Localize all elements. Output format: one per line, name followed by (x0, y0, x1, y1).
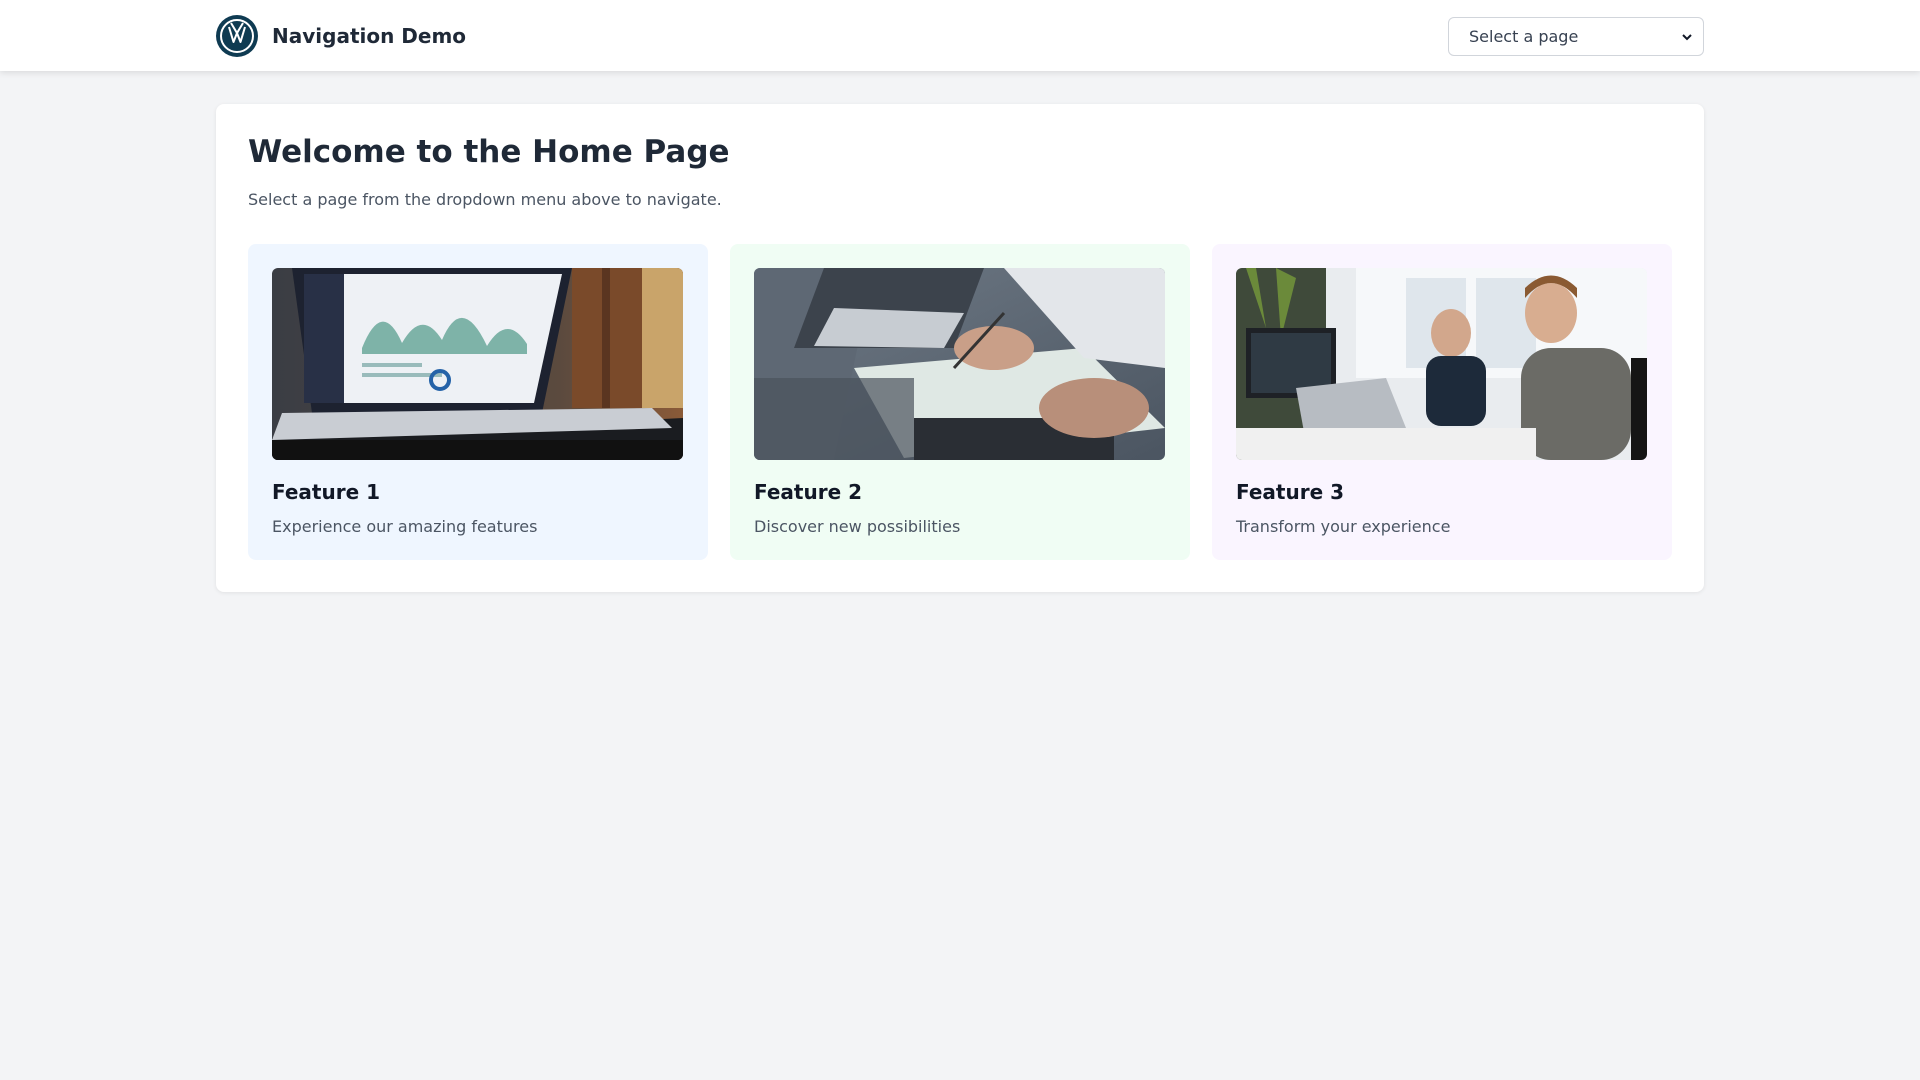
page-title: Welcome to the Home Page (248, 134, 730, 170)
feature-card-3[interactable]: Feature 3 Transform your experience (1212, 244, 1672, 560)
feature-title: Feature 2 (754, 480, 863, 504)
vw-logo-icon[interactable] (216, 15, 258, 57)
feature-description: Transform your experience (1236, 517, 1451, 536)
page-select-value: Select a page (1469, 27, 1579, 46)
laptop-dashboard-image (272, 268, 683, 460)
feature-card-1[interactable]: Feature 1 Experience our amazing feature… (248, 244, 708, 560)
feature-description: Discover new possibilities (754, 517, 961, 536)
top-navbar: Navigation Demo Select a page (0, 0, 1920, 71)
page-select-dropdown[interactable]: Select a page (1448, 17, 1704, 56)
home-panel: Welcome to the Home Page Select a page f… (216, 104, 1704, 592)
business-meeting-image (754, 268, 1165, 460)
feature-title: Feature 3 (1236, 480, 1345, 504)
page-subtitle: Select a page from the dropdown menu abo… (248, 190, 722, 209)
feature-description: Experience our amazing features (272, 517, 538, 536)
chevron-down-icon (1682, 33, 1692, 40)
feature-card-2[interactable]: Feature 2 Discover new possibilities (730, 244, 1190, 560)
feature-title: Feature 1 (272, 480, 381, 504)
brand: Navigation Demo (216, 15, 466, 57)
office-workers-image (1236, 268, 1647, 460)
brand-title[interactable]: Navigation Demo (272, 24, 466, 48)
